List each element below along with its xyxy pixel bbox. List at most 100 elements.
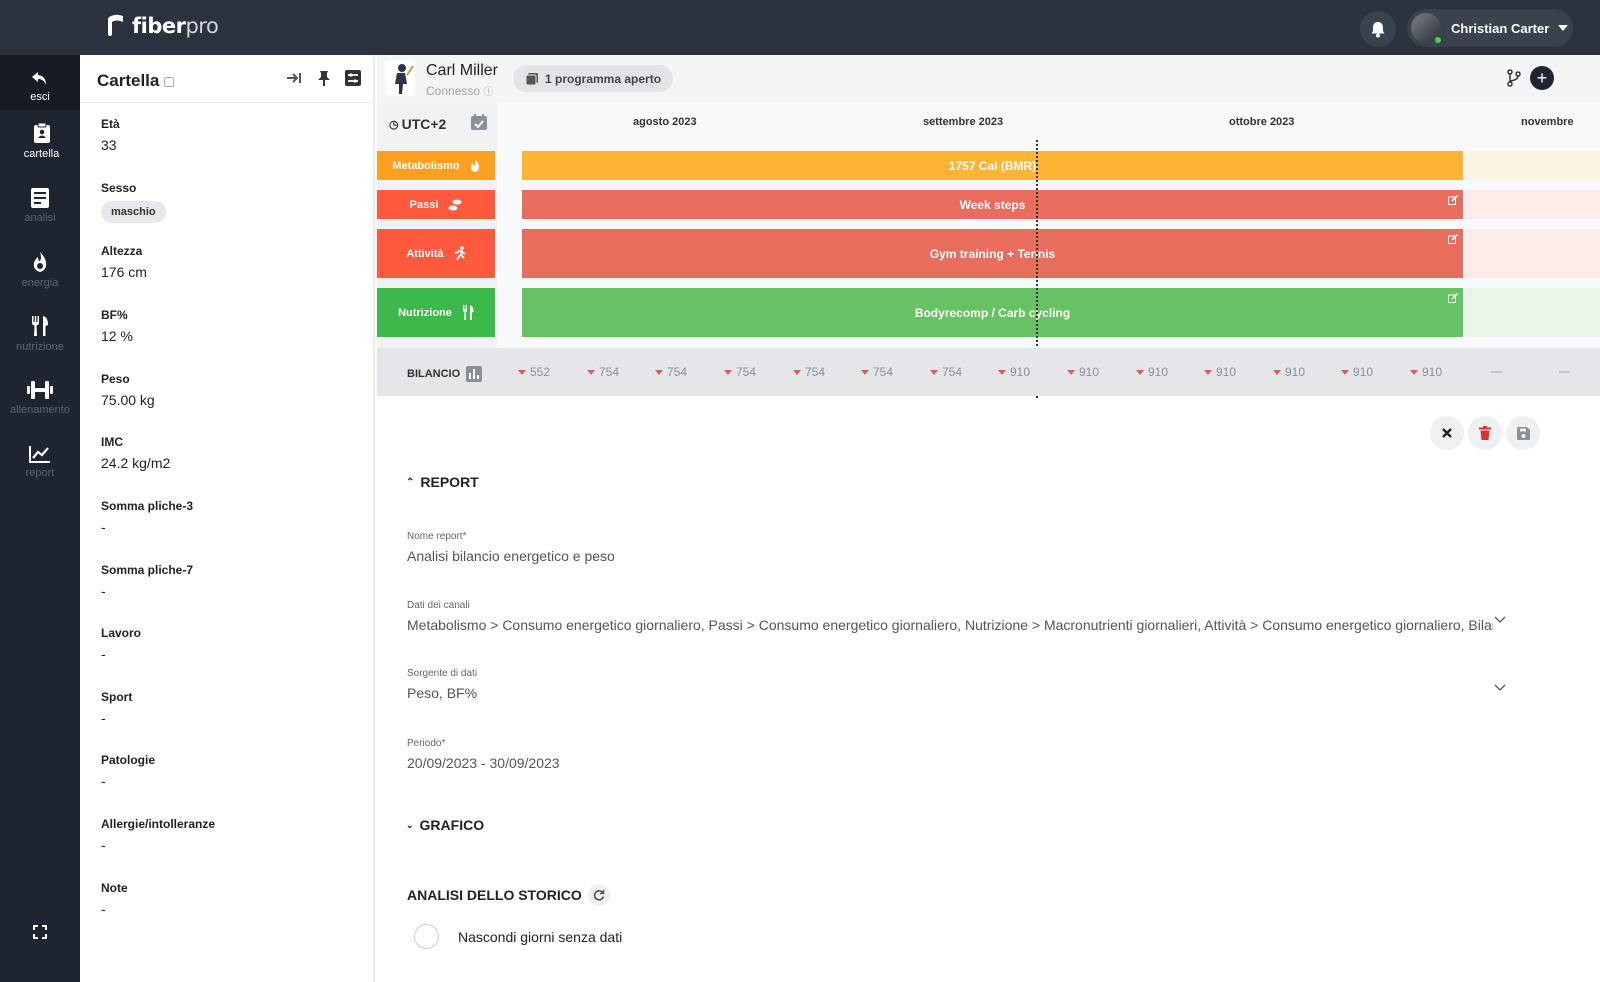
edit-icon[interactable] [1448, 195, 1458, 205]
balance-value[interactable]: 754 [861, 365, 893, 379]
nav-label: esci [30, 91, 50, 103]
program-timeline: ◷ UTC+2 agosto 2023 settembre 2023 ottobr… [377, 102, 1600, 398]
logo-mark-icon [108, 14, 123, 36]
user-menu-button[interactable]: Christian Carter [1407, 9, 1573, 47]
nav-item-energia[interactable]: energia [0, 238, 80, 302]
edit-record-icon[interactable] [344, 69, 362, 87]
field-somma-pliche-3: Somma pliche-3- [101, 499, 194, 535]
report-name-field[interactable]: Nome report* Analisi bilancio energetico… [407, 531, 1507, 564]
fork-knife-icon [32, 316, 48, 336]
channel-passi[interactable]: Passi [377, 190, 495, 219]
future-slot [1465, 151, 1600, 180]
nav-item-nutrizione[interactable]: nutrizione [0, 302, 80, 366]
chart-section-toggle[interactable]: ⌄ GRAFICO [406, 817, 484, 833]
month-label: settembre 2023 [923, 116, 1004, 128]
channel-metabolismo[interactable]: Metabolismo [377, 151, 495, 180]
down-triangle-icon [861, 369, 869, 375]
close-button[interactable] [1430, 416, 1464, 450]
delete-button[interactable] [1468, 416, 1502, 450]
notifications-button[interactable] [1360, 11, 1396, 47]
nav-item-report[interactable]: report [0, 430, 80, 494]
field-note: Note - [101, 881, 128, 917]
patient-avatar[interactable] [385, 60, 415, 96]
channel-data-select[interactable]: Dati dei canali Metabolismo > Consumo en… [407, 600, 1507, 633]
balance-value[interactable]: 910 [1067, 365, 1099, 379]
down-triangle-icon [793, 369, 801, 375]
program-bar-nutrizione[interactable]: Bodyrecomp / Carb cycling [522, 288, 1463, 337]
balance-label: BILANCIO [407, 366, 483, 382]
fiberpro-logo[interactable]: fiberpro [106, 13, 219, 39]
branch-icon[interactable] [1505, 69, 1523, 87]
pin-icon[interactable] [315, 69, 333, 87]
data-source-select[interactable]: Sorgente di dati Peso, BF% [407, 668, 1507, 701]
program-bar-passi[interactable]: Week steps [522, 190, 1463, 219]
save-button[interactable] [1506, 416, 1540, 450]
chevron-down-icon [1558, 25, 1569, 31]
chevron-down-icon [1494, 684, 1506, 691]
future-slot [1465, 190, 1600, 219]
history-section-title: ANALISI DELLO STORICO [407, 887, 582, 903]
edit-icon[interactable] [1448, 234, 1458, 244]
period-field[interactable]: Periodo* 20/09/2023 - 30/09/2023 [407, 738, 1507, 771]
floppy-disk-icon [1516, 426, 1530, 440]
channel-nutrizione[interactable]: Nutrizione [377, 288, 495, 337]
open-programs-badge[interactable]: 1 programma aperto [513, 65, 674, 92]
empty-balance-dash [1491, 371, 1502, 373]
program-bar-metabolismo[interactable]: 1757 Cal (BMR) [522, 151, 1463, 180]
bar-chart-icon[interactable] [466, 366, 483, 382]
add-button[interactable]: + [1530, 66, 1554, 90]
user-name: Christian Carter [1451, 20, 1550, 36]
document-list-icon [31, 188, 49, 208]
field-lavoro: Lavoro - [101, 626, 142, 662]
nav-item-cartella[interactable]: cartella [0, 110, 80, 172]
field-peso: Peso 75.00 kg [101, 372, 155, 408]
balance-row: BILANCIO 552 754 754 754 754 754 754 910… [377, 348, 1600, 396]
down-triangle-icon [1204, 369, 1212, 375]
edit-icon[interactable] [1448, 293, 1458, 303]
user-avatar [1411, 13, 1443, 45]
copy-icon [525, 72, 538, 85]
balance-value[interactable]: 910 [1136, 365, 1168, 379]
program-bar-attivita[interactable]: Gym training + Tennis [522, 229, 1463, 278]
nav-label: analisi [24, 212, 56, 224]
down-triangle-icon [1136, 369, 1144, 375]
balance-value[interactable]: 910 [1273, 365, 1305, 379]
chevron-down-icon [1494, 616, 1506, 623]
balance-value[interactable]: 754 [587, 365, 619, 379]
balance-value[interactable]: 910 [998, 365, 1030, 379]
field-eta: Età 33 [101, 117, 120, 153]
balance-value[interactable]: 754 [793, 365, 825, 379]
balance-value[interactable]: 910 [1341, 365, 1373, 379]
refresh-button[interactable] [587, 884, 610, 906]
field-bf: BF% 12 % [101, 308, 133, 344]
balance-value[interactable]: 552 [518, 365, 550, 379]
balance-value[interactable]: 910 [1204, 365, 1236, 379]
patient-header: Carl Miller Connesso ⓘ 1 programma apert… [377, 55, 1600, 102]
gender-chip: maschio [101, 201, 166, 223]
future-slot [1465, 288, 1600, 337]
nav-item-analisi[interactable]: analisi [0, 174, 80, 238]
down-triangle-icon [1341, 369, 1349, 375]
balance-value[interactable]: 754 [724, 365, 756, 379]
collapse-panel-icon[interactable] [285, 69, 303, 87]
field-sesso: Sesso maschio [101, 181, 166, 223]
balance-value[interactable]: 754 [930, 365, 962, 379]
balance-value[interactable]: 910 [1410, 365, 1442, 379]
channel-attivita[interactable]: Attività [377, 229, 495, 278]
patient-record-panel: Cartella Età 33 Sesso maschio Altezza 176 c… [80, 55, 375, 982]
down-triangle-icon [518, 369, 526, 375]
timezone-label[interactable]: ◷ UTC+2 [389, 116, 446, 132]
top-bar: fiberpro Christian Carter [0, 0, 1600, 55]
nav-item-allenamento[interactable]: allenamento [0, 366, 80, 430]
hide-empty-days-label: Nascondi giorni senza dati [458, 929, 623, 945]
calendar-check-icon[interactable] [470, 113, 488, 131]
report-section-toggle[interactable]: ⌃ REPORT [406, 474, 479, 490]
info-icon[interactable]: ⓘ [483, 87, 493, 98]
month-label: agosto 2023 [633, 116, 697, 128]
balance-value[interactable]: 754 [655, 365, 687, 379]
hide-empty-days-toggle[interactable] [414, 924, 439, 949]
nav-label: energia [21, 277, 59, 289]
patient-name: Carl Miller [426, 62, 498, 79]
clock-icon: ◷ [389, 118, 399, 131]
fullscreen-icon[interactable] [31, 923, 49, 941]
